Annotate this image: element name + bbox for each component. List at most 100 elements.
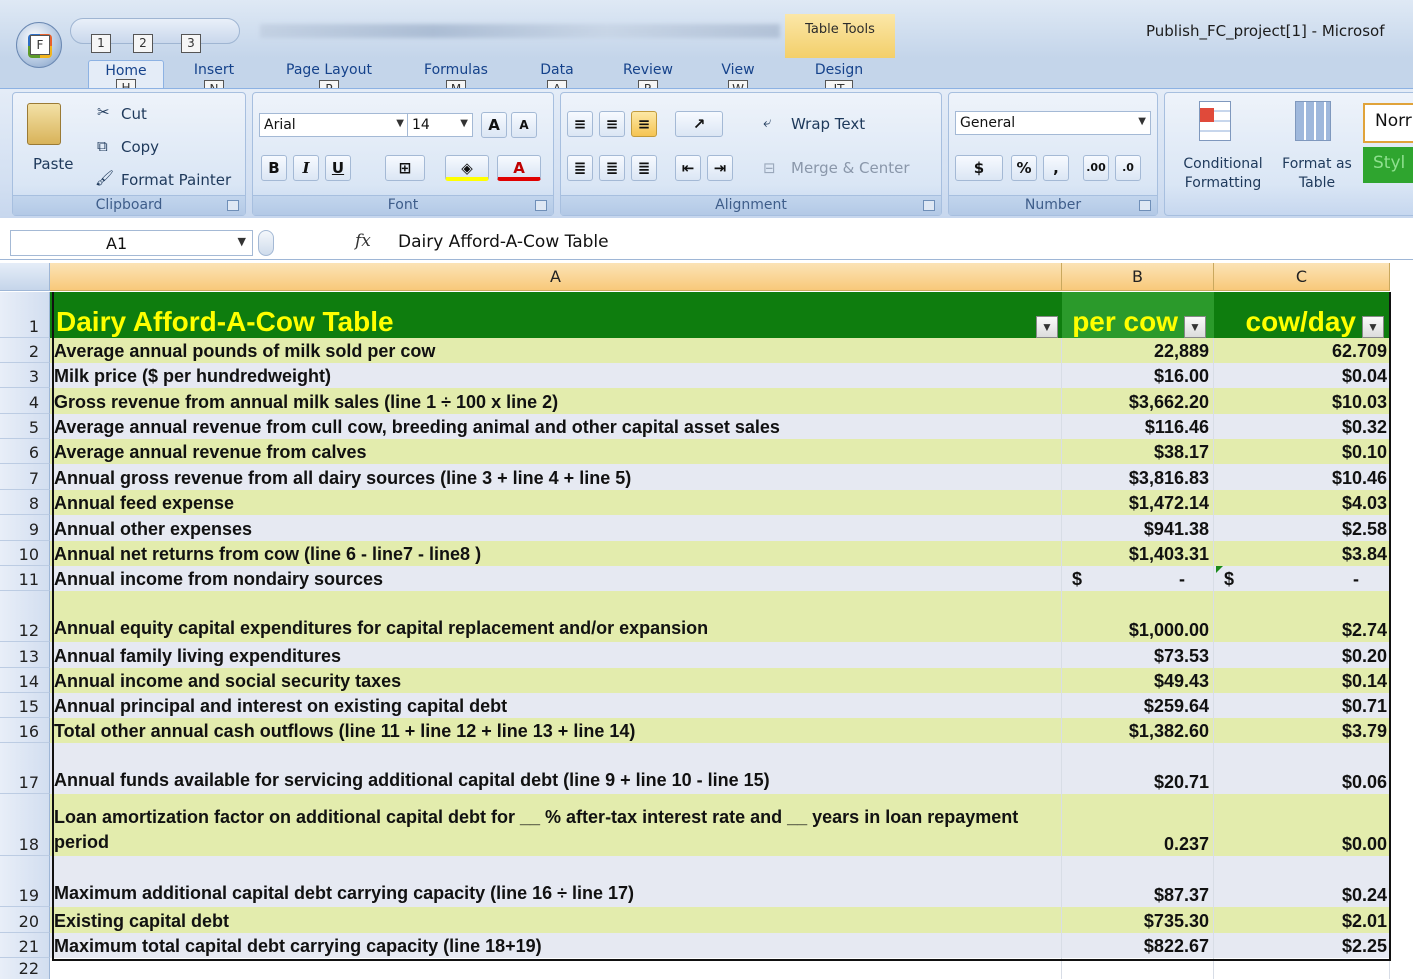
cell-per-cow[interactable]: $87.37 [1062, 856, 1214, 907]
grow-font-button[interactable]: A [481, 112, 507, 138]
column-header-b[interactable]: B [1062, 263, 1214, 291]
row-number[interactable]: 7 [0, 464, 50, 490]
quick-access-toolbar[interactable]: 1 2 3 [70, 18, 240, 53]
cell-label[interactable]: Existing capital debt [50, 907, 1062, 933]
increase-indent-button[interactable]: ⇥ [707, 155, 733, 181]
italic-button[interactable]: I [293, 155, 319, 181]
align-top-button[interactable]: ≡ [567, 111, 593, 137]
clipboard-launcher-icon[interactable] [227, 200, 239, 211]
cell-cow-day[interactable]: $0.24 [1214, 856, 1390, 907]
format-painter-button[interactable]: Format Painter [121, 171, 231, 189]
row-number[interactable]: 2 [0, 338, 50, 363]
cell-cow-day[interactable]: $0.32 [1214, 414, 1390, 439]
column-header-a[interactable]: A [50, 263, 1062, 291]
cell-per-cow[interactable]: $735.30 [1062, 907, 1214, 933]
cell-label[interactable]: Annual equity capital expenditures for c… [50, 591, 1062, 642]
filter-dropdown-icon[interactable]: ▼ [1036, 316, 1058, 338]
format-as-table-button[interactable]: Format as Table [1277, 155, 1357, 193]
copy-button[interactable]: Copy [121, 138, 159, 156]
select-all-button[interactable] [0, 263, 50, 291]
paste-button[interactable]: Paste [33, 155, 74, 173]
cell-per-cow[interactable]: $941.38 [1062, 515, 1214, 541]
cell-label[interactable]: Annual family living expenditures [50, 642, 1062, 668]
borders-button[interactable]: ⊞ [385, 155, 425, 181]
currency-button[interactable]: $ [955, 155, 1003, 181]
cell-per-cow[interactable]: $259.64 [1062, 693, 1214, 718]
row-number[interactable]: 10 [0, 541, 50, 566]
cell-label[interactable]: Loan amortization factor on additional c… [50, 794, 1062, 856]
font-name-select[interactable]: Arial ▼ [259, 113, 409, 137]
row-number[interactable]: 14 [0, 668, 50, 693]
percent-button[interactable]: % [1011, 155, 1037, 181]
cell-cow-day[interactable]: $0.71 [1214, 693, 1390, 718]
orientation-button[interactable]: ↗ [675, 111, 723, 137]
cell-cow-day[interactable]: $2.58 [1214, 515, 1390, 541]
decrease-decimal-button[interactable]: .0 [1115, 155, 1141, 181]
alignment-launcher-icon[interactable] [923, 200, 935, 211]
cell-label[interactable]: Total other annual cash outflows (line 1… [50, 718, 1062, 743]
cell-cow-day[interactable]: 62.709 [1214, 338, 1390, 363]
cell-label[interactable] [50, 958, 1062, 979]
cell-per-cow[interactable]: $1,000.00 [1062, 591, 1214, 642]
conditional-formatting-button[interactable]: Conditional Formatting [1175, 155, 1271, 193]
filter-dropdown-icon[interactable]: ▼ [1184, 316, 1206, 338]
cell-cow-day[interactable]: $0.04 [1214, 363, 1390, 388]
cell-label[interactable]: Annual income and social security taxes [50, 668, 1062, 693]
row-number[interactable]: 21 [0, 933, 50, 958]
row-number[interactable]: 15 [0, 693, 50, 718]
tab-insert[interactable]: Insert N [185, 62, 243, 99]
align-left-button[interactable]: ≣ [567, 155, 593, 181]
cell-per-cow[interactable]: $116.46 [1062, 414, 1214, 439]
name-box[interactable]: A1 ▼ [10, 230, 253, 256]
align-right-button[interactable]: ≣ [631, 155, 657, 181]
cell-label[interactable]: Average annual revenue from calves [50, 439, 1062, 464]
tab-page-layout[interactable]: Page Layout P [278, 62, 380, 99]
cell-cow-day[interactable]: $ - [1214, 566, 1390, 591]
row-number[interactable]: 19 [0, 856, 50, 907]
font-size-select[interactable]: 14 ▼ [407, 113, 473, 137]
row-number[interactable]: 22 [0, 958, 50, 979]
font-launcher-icon[interactable] [535, 200, 547, 211]
cell-label[interactable]: Gross revenue from annual milk sales (li… [50, 388, 1062, 414]
row-number[interactable]: 18 [0, 794, 50, 856]
cell-per-cow[interactable]: $822.67 [1062, 933, 1214, 958]
tab-home[interactable]: Home H [88, 60, 164, 98]
decrease-indent-button[interactable]: ⇤ [675, 155, 701, 181]
row-number[interactable]: 13 [0, 642, 50, 668]
tab-review[interactable]: Review R [615, 62, 681, 99]
row-number[interactable]: 4 [0, 388, 50, 414]
header-per-cow-cell[interactable]: per cow ▼ [1062, 292, 1214, 338]
table-title-cell[interactable]: Dairy Afford-A-Cow Table ▼ [50, 292, 1062, 338]
row-number[interactable]: 17 [0, 743, 50, 794]
cell-label[interactable]: Annual income from nondairy sources [50, 566, 1062, 591]
wrap-text-button[interactable]: Wrap Text [791, 115, 865, 133]
cell-label[interactable]: Annual funds available for servicing add… [50, 743, 1062, 794]
cell-cow-day[interactable]: $2.25 [1214, 933, 1390, 958]
row-number[interactable]: 1 [0, 292, 50, 338]
increase-decimal-button[interactable]: .00 [1083, 155, 1109, 181]
style-preview[interactable]: Styl [1363, 147, 1413, 183]
cell-label[interactable]: Annual principal and interest on existin… [50, 693, 1062, 718]
cell-cow-day[interactable]: $2.74 [1214, 591, 1390, 642]
tab-data[interactable]: Data A [532, 62, 582, 99]
cell-label[interactable]: Average annual pounds of milk sold per c… [50, 338, 1062, 363]
cell-per-cow[interactable]: $73.53 [1062, 642, 1214, 668]
cell-cow-day[interactable]: $3.84 [1214, 541, 1390, 566]
align-center-button[interactable]: ≣ [599, 155, 625, 181]
tab-view[interactable]: View W [713, 62, 763, 99]
filter-dropdown-icon[interactable]: ▼ [1362, 316, 1384, 338]
cell-per-cow[interactable]: $49.43 [1062, 668, 1214, 693]
cell-label[interactable]: Maximum total capital debt carrying capa… [50, 933, 1062, 958]
cell-cow-day[interactable]: $10.03 [1214, 388, 1390, 414]
cell-cow-day[interactable]: $0.10 [1214, 439, 1390, 464]
align-bottom-button[interactable]: ≡ [631, 111, 657, 137]
underline-button[interactable]: U [325, 155, 351, 181]
shrink-font-button[interactable]: A [511, 112, 537, 138]
comma-button[interactable]: , [1043, 155, 1069, 181]
cell-cow-day[interactable]: $10.46 [1214, 464, 1390, 490]
cell-per-cow[interactable]: $16.00 [1062, 363, 1214, 388]
cell-cow-day[interactable]: $0.00 [1214, 794, 1390, 856]
cell-cow-day[interactable] [1214, 958, 1390, 979]
cell-per-cow[interactable]: $ - [1062, 566, 1214, 591]
row-number[interactable]: 20 [0, 907, 50, 933]
